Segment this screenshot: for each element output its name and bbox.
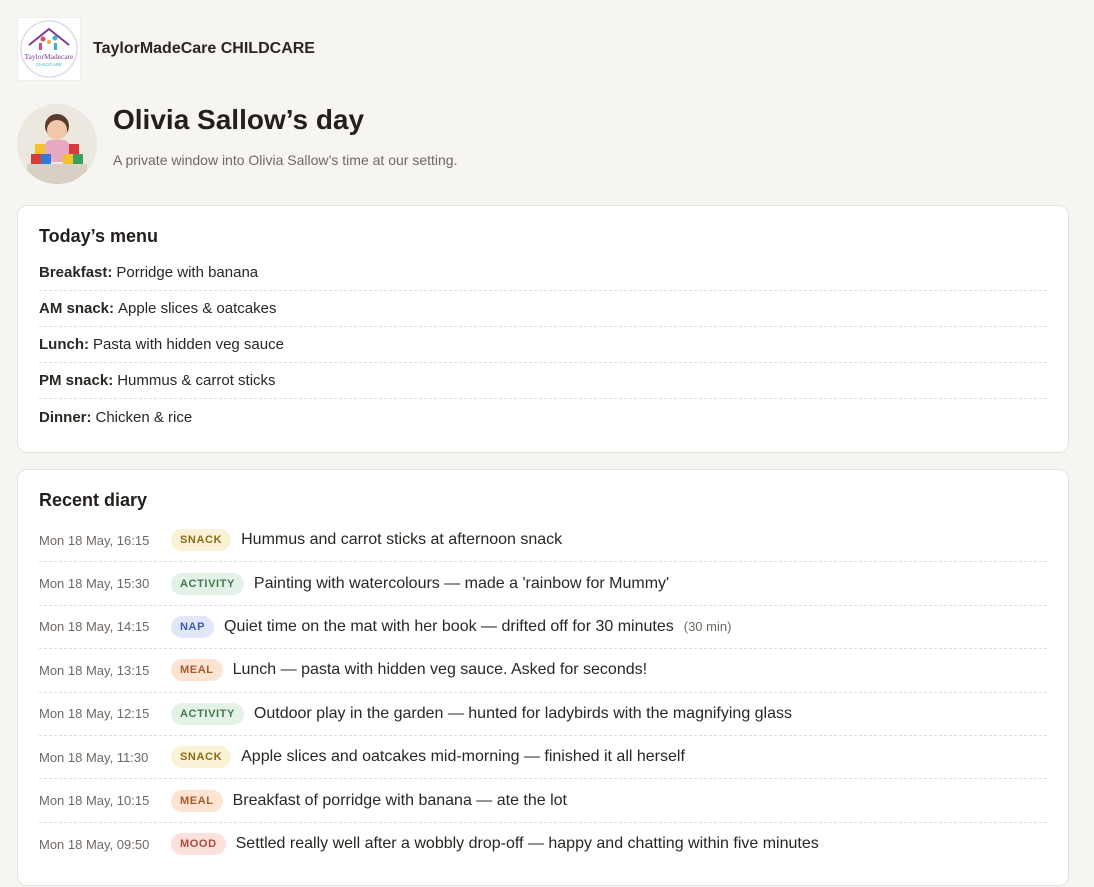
diary-entry: Mon 18 May, 16:15 SNACK Hummus and carrot … [39, 519, 1047, 563]
entry-time: Mon 18 May, 09:50 [39, 836, 150, 852]
logo-text-main: TaylorMadecare [24, 52, 74, 61]
menu-item-label: Breakfast: [39, 264, 113, 281]
entry-time: Mon 18 May, 14:15 [39, 619, 150, 635]
diary-entry: Mon 18 May, 14:15 NAP Quiet time on the ma… [39, 606, 1047, 650]
logo-text-sub: CHILDCARE [36, 62, 62, 67]
menu-item-value: Chicken & rice [95, 408, 193, 426]
entry-tag-badge: ACTIVITY [171, 702, 244, 725]
diary-entry: Mon 18 May, 12:15 ACTIVITY Outdoor play in… [39, 693, 1047, 736]
menu-item: Lunch: Pasta with hidden veg sauce [39, 327, 1047, 363]
diary-title: Recent diary [39, 490, 148, 510]
page-subtitle: A private window into Olivia Sallow’s ti… [113, 152, 458, 168]
entry-extra: (30 min) [683, 619, 732, 635]
diary-entry: Mon 18 May, 09:50 MOOD Settled really well… [39, 823, 1047, 866]
entry-time: Mon 18 May, 11:30 [39, 749, 149, 765]
menu-item-label: Lunch: [39, 336, 89, 353]
entry-text: Lunch — pasta with hidden veg sauce. Ask… [232, 661, 648, 679]
entry-text: Outdoor play in the garden — hunted for … [253, 704, 793, 722]
entry-text: Painting with watercolours — made a 'rai… [253, 574, 670, 592]
entry-time: Mon 18 May, 12:15 [39, 706, 150, 722]
menu-item-label: PM snack: [39, 372, 114, 389]
menu-item-value: Pasta with hidden veg sauce [93, 336, 284, 353]
menu-item-label: AM snack: [39, 300, 115, 317]
entry-time: Mon 18 May, 15:30 [39, 576, 150, 592]
diary-entry: Mon 18 May, 10:15 MEAL Breakfast of porrid… [39, 779, 1047, 823]
entry-text: Quiet time on the mat with her book — dr… [224, 617, 674, 635]
entry-text: Apple slices and oatcakes mid-morning — … [241, 748, 685, 766]
entry-time: Mon 18 May, 10:15 [39, 793, 150, 809]
diary-entry: Mon 18 May, 13:15 MEAL Lunch — pasta with … [39, 649, 1047, 693]
entry-tag-badge: MEAL [171, 789, 223, 812]
entry-tag-badge: MEAL [171, 659, 223, 682]
entry-text: Breakfast of porridge with banana — ate … [232, 791, 567, 809]
entry-time: Mon 18 May, 16:15 [39, 532, 150, 548]
menu-card: Today’s menu Breakfast: Porridge with ban… [17, 205, 1069, 453]
child-hero: Olivia Sallow’s day A private window int… [17, 104, 457, 184]
entry-tag-badge: SNACK [171, 746, 232, 769]
menu-list: Breakfast: Porridge with banana AM snack:… [39, 255, 1047, 435]
menu-item: AM snack: Apple slices & oatcakes [39, 291, 1047, 327]
logo[interactable]: TaylorMadecare CHILDCARE [17, 17, 81, 81]
diary-card: Recent diary Mon 18 May, 16:15 SNACK Hummu… [17, 469, 1069, 886]
entry-text: Hummus and carrot sticks at afternoon sn… [241, 531, 563, 549]
menu-item-value: Hummus & carrot sticks [117, 372, 276, 389]
entry-tag-badge: NAP [171, 615, 215, 638]
avatar [17, 104, 97, 184]
menu-item-value: Apple slices & oatcakes [118, 300, 277, 317]
page-title: Olivia Sallow’s day [113, 104, 365, 135]
diary-entry: Mon 18 May, 15:30 ACTIVITY Painting with w… [39, 562, 1047, 606]
menu-item: Dinner: Chicken & rice [39, 399, 1047, 435]
menu-item: PM snack: Hummus & carrot sticks [39, 363, 1047, 399]
entry-tag-badge: MOOD [171, 833, 226, 856]
diary-entry: Mon 18 May, 11:30 SNACK Apple slices and o… [39, 736, 1047, 780]
entry-text: Settled really well after a wobbly drop-… [235, 835, 819, 853]
entry-tag-badge: SNACK [171, 529, 232, 552]
menu-item-value: Porridge with banana [116, 264, 259, 281]
menu-title: Today’s menu [39, 226, 159, 246]
menu-item-label: Dinner: [39, 408, 92, 426]
brand-name: TaylorMadeCare CHILDCARE [93, 40, 315, 57]
brand-header: TaylorMadecare CHILDCARE TaylorMadeCare … [17, 17, 315, 81]
diary-list: Mon 18 May, 16:15 SNACK Hummus and carrot … [39, 519, 1047, 866]
entry-time: Mon 18 May, 13:15 [39, 662, 150, 678]
menu-item: Breakfast: Porridge with banana [39, 255, 1047, 291]
entry-tag-badge: ACTIVITY [171, 572, 244, 595]
